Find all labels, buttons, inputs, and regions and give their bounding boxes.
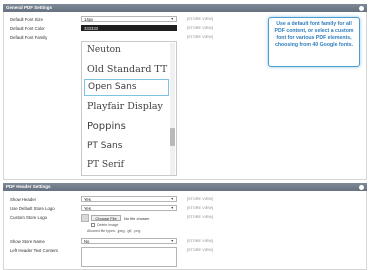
left-header-text-label: Left Header Text Content (10, 248, 58, 253)
font-option-open-sans[interactable]: Open Sans (84, 79, 169, 96)
dropdown-scroll-thumb[interactable] (170, 128, 175, 146)
font-size-select[interactable]: 14px ▼ (81, 16, 177, 22)
chevron-down-icon: ▼ (170, 17, 174, 21)
scope-label: [STORE VIEW] (187, 197, 213, 201)
dropdown-scrollbar[interactable] (170, 43, 175, 175)
store-name-value: No (84, 239, 90, 244)
scope-label: [STORE VIEW] (187, 17, 213, 21)
scope-label: [STORE VIEW] (187, 35, 213, 39)
show-header-value: Yes (84, 197, 91, 202)
font-option-playfair[interactable]: Playfair Display (87, 101, 163, 112)
allowed-types-note: Allowed file types: .jpeg, .gif, .png (87, 229, 141, 233)
default-logo-select[interactable]: Yes ▼ (81, 205, 177, 211)
header-settings-body (3, 191, 367, 270)
font-family-label: Default Font Family (10, 35, 48, 40)
scope-label: [STORE VIEW] (187, 248, 213, 252)
font-family-dropdown[interactable]: Neuton Old Standard TT Open Sans Playfai… (81, 41, 177, 176)
font-size-label: Default Font Size (10, 17, 43, 22)
store-name-select[interactable]: No ▼ (81, 238, 177, 244)
font-option-pt-sans[interactable]: PT Sans (87, 141, 122, 151)
choose-file-button[interactable]: Choose File (91, 215, 121, 221)
file-status: No file chosen (124, 216, 150, 221)
header-settings-header[interactable]: PDF Header Settings (3, 183, 367, 191)
show-header-select[interactable]: Yes ▼ (81, 196, 177, 202)
scope-label: [STORE VIEW] (187, 215, 213, 219)
scope-label: [STORE VIEW] (187, 26, 213, 30)
font-option-old-standard[interactable]: Old Standard TT (87, 64, 167, 75)
scope-label: [STORE VIEW] (187, 239, 213, 243)
delete-image-checkbox[interactable] (91, 223, 95, 227)
chevron-down-icon: ▼ (170, 206, 174, 210)
font-option-neuton[interactable]: Neuton (87, 45, 121, 55)
general-settings-header[interactable]: General PDF Settings (3, 4, 367, 12)
store-name-label: Show Store Name (10, 239, 45, 244)
collapse-icon[interactable] (359, 184, 364, 190)
left-header-text-input[interactable] (81, 247, 177, 267)
custom-logo-label: Custom Store Logo (10, 215, 48, 220)
collapse-icon[interactable] (359, 5, 364, 11)
chevron-down-icon: ▼ (170, 197, 174, 201)
section-title: PDF Header Settings (6, 184, 51, 189)
scope-label: [STORE VIEW] (187, 206, 213, 210)
font-option-pt-serif[interactable]: PT Serif (87, 160, 124, 170)
font-size-value: 14px (84, 17, 94, 22)
font-color-label: Default Font Color (10, 26, 45, 31)
default-logo-value: Yes (84, 206, 91, 211)
section-title: General PDF Settings (6, 5, 53, 10)
default-logo-label: Use Default Store Logo (10, 206, 55, 211)
delete-image-label: Delete Image (97, 223, 119, 227)
font-color-value: 333333 (84, 26, 98, 31)
font-option-poppins[interactable]: Poppins (87, 121, 126, 132)
chevron-down-icon: ▼ (170, 239, 174, 243)
image-thumbnail-icon (81, 214, 89, 222)
show-header-label: Show Header (10, 197, 37, 202)
font-color-input[interactable]: 333333 (81, 25, 177, 31)
feature-tooltip: Use a default font family for all PDF co… (268, 17, 360, 67)
